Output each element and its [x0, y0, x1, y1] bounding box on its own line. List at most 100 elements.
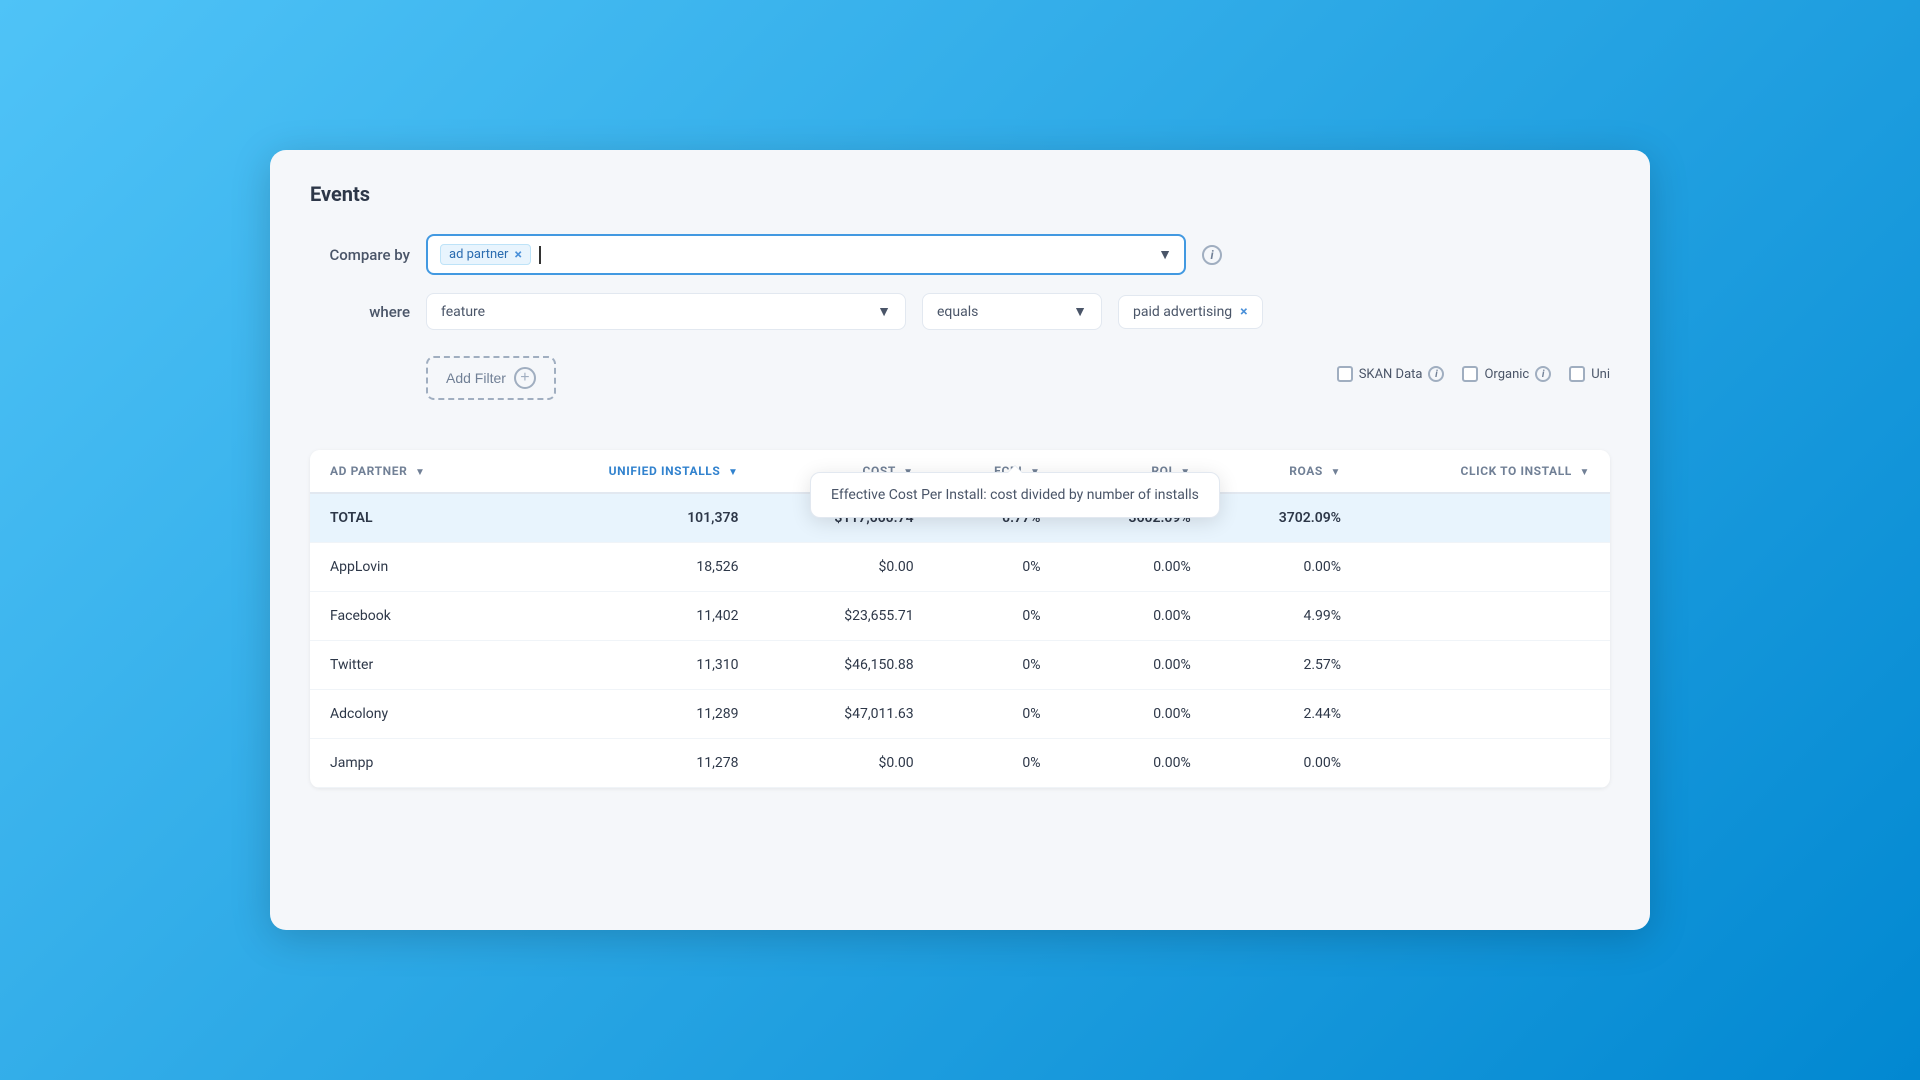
tag-close-button[interactable]: × — [514, 248, 521, 262]
cell-ad_partner: AppLovin — [310, 543, 509, 592]
organic-label: Organic — [1484, 367, 1529, 382]
col-click-to-install[interactable]: CLICK TO INSTALL ▼ — [1361, 450, 1610, 493]
cell-roas: 0.00% — [1211, 739, 1361, 788]
data-table: AD PARTNER ▼ UNIFIED INSTALLS ▼ COST ▼ E… — [310, 450, 1610, 788]
cell-ecpi: 0% — [934, 543, 1061, 592]
cell-cost: $23,655.71 — [758, 592, 933, 641]
cell-roi: 0.00% — [1060, 739, 1210, 788]
cell-click_to_install — [1361, 641, 1610, 690]
main-card: Events Compare by ad partner × ▼ i where… — [270, 150, 1650, 930]
cell-ecpi: 0% — [934, 641, 1061, 690]
toggles-row: SKAN Data i Organic i Uni — [1337, 366, 1610, 382]
col-click-to-install-label: CLICK TO INSTALL — [1461, 464, 1572, 478]
col-cost[interactable]: COST ▼ — [758, 450, 933, 493]
filter-value-tag: paid advertising × — [1118, 295, 1263, 329]
cell-click_to_install — [1361, 543, 1610, 592]
col-roas[interactable]: ROAS ▼ — [1211, 450, 1361, 493]
cell-ad_partner: Twitter — [310, 641, 509, 690]
feature-select[interactable]: feature ▼ — [426, 293, 906, 330]
cell-roas: 2.57% — [1211, 641, 1361, 690]
cell-roas: 4.99% — [1211, 592, 1361, 641]
cell-cost: $117,660.74 — [758, 493, 933, 543]
skan-toggle: SKAN Data i — [1337, 366, 1445, 382]
table-row: Adcolony11,289$47,011.630%0.00%2.44% — [310, 690, 1610, 739]
dropdown-arrow-icon[interactable]: ▼ — [1158, 246, 1172, 263]
table-row: Facebook11,402$23,655.710%0.00%4.99% — [310, 592, 1610, 641]
equals-dropdown-icon: ▼ — [1073, 303, 1087, 320]
compare-by-label: Compare by — [310, 246, 410, 264]
cell-unified_installs: 11,278 — [509, 739, 758, 788]
cell-click_to_install — [1361, 592, 1610, 641]
cell-roi: 0.00% — [1060, 592, 1210, 641]
filter-value-close[interactable]: × — [1240, 305, 1247, 319]
col-cost-sort-icon: ▼ — [903, 467, 914, 478]
cell-ecpi: 0% — [934, 592, 1061, 641]
cell-ad_partner: Adcolony — [310, 690, 509, 739]
uni-toggle: Uni — [1569, 366, 1610, 382]
skan-info-icon[interactable]: i — [1428, 366, 1444, 382]
text-cursor — [539, 246, 541, 264]
cell-ecpi: 0.77% — [934, 493, 1061, 543]
cell-roas: 2.44% — [1211, 690, 1361, 739]
cell-ad_partner: Jampp — [310, 739, 509, 788]
cell-unified_installs: 11,310 — [509, 641, 758, 690]
col-roi[interactable]: ROI ▼ — [1060, 450, 1210, 493]
table-row: AppLovin18,526$0.000%0.00%0.00% — [310, 543, 1610, 592]
cell-unified_installs: 101,378 — [509, 493, 758, 543]
compare-by-row: Compare by ad partner × ▼ i — [310, 234, 1610, 275]
plus-icon: + — [514, 367, 536, 389]
equals-select[interactable]: equals ▼ — [922, 293, 1102, 330]
table-row: TOTAL101,378$117,660.740.77%3602.09%3702… — [310, 493, 1610, 543]
col-ad-partner[interactable]: AD PARTNER ▼ — [310, 450, 509, 493]
add-filter-label: Add Filter — [446, 370, 506, 386]
col-unified-installs[interactable]: UNIFIED INSTALLS ▼ — [509, 450, 758, 493]
table-row: Jampp11,278$0.000%0.00%0.00% — [310, 739, 1610, 788]
col-roas-label: ROAS — [1289, 464, 1323, 478]
col-unified-installs-label: UNIFIED INSTALLS — [609, 464, 721, 478]
tag-text: ad partner — [449, 247, 508, 262]
col-ecpi-label: ECPI — [994, 464, 1022, 478]
cell-roi: 0.00% — [1060, 641, 1210, 690]
table-row: Twitter11,310$46,150.880%0.00%2.57% — [310, 641, 1610, 690]
cell-ecpi: 0% — [934, 739, 1061, 788]
where-filter-row: where feature ▼ equals ▼ paid advertisin… — [310, 293, 1610, 330]
col-ad-partner-label: AD PARTNER — [330, 464, 407, 478]
equals-select-text: equals — [937, 304, 978, 320]
cell-click_to_install — [1361, 493, 1610, 543]
cell-cost: $0.00 — [758, 543, 933, 592]
cell-roi: 3602.09% — [1060, 493, 1210, 543]
cell-cost: $46,150.88 — [758, 641, 933, 690]
cell-ad_partner: Facebook — [310, 592, 509, 641]
cell-roi: 0.00% — [1060, 543, 1210, 592]
section-title: Events — [310, 182, 1610, 206]
col-roi-label: ROI — [1151, 464, 1172, 478]
col-ecpi[interactable]: ECPI ▼ — [934, 450, 1061, 493]
data-table-wrapper: AD PARTNER ▼ UNIFIED INSTALLS ▼ COST ▼ E… — [310, 450, 1610, 788]
feature-dropdown-icon: ▼ — [877, 303, 891, 320]
cell-click_to_install — [1361, 690, 1610, 739]
compare-by-input[interactable]: ad partner × ▼ — [426, 234, 1186, 275]
col-ad-partner-sort-icon: ▼ — [415, 467, 426, 478]
cell-cost: $47,011.63 — [758, 690, 933, 739]
col-cost-label: COST — [863, 464, 896, 478]
ad-partner-tag: ad partner × — [440, 244, 531, 265]
table-header-row: AD PARTNER ▼ UNIFIED INSTALLS ▼ COST ▼ E… — [310, 450, 1610, 493]
skan-label: SKAN Data — [1359, 367, 1423, 382]
cell-ecpi: 0% — [934, 690, 1061, 739]
organic-checkbox[interactable] — [1462, 366, 1478, 382]
col-ecpi-sort-icon: ▼ — [1030, 467, 1041, 478]
uni-checkbox[interactable] — [1569, 366, 1585, 382]
cell-roas: 3702.09% — [1211, 493, 1361, 543]
skan-checkbox[interactable] — [1337, 366, 1353, 382]
info-icon[interactable]: i — [1202, 245, 1222, 265]
cell-click_to_install — [1361, 739, 1610, 788]
organic-toggle: Organic i — [1462, 366, 1551, 382]
col-roas-sort-icon: ▼ — [1331, 467, 1342, 478]
add-filter-button[interactable]: Add Filter + — [426, 356, 556, 400]
where-label: where — [310, 303, 410, 321]
organic-info-icon[interactable]: i — [1535, 366, 1551, 382]
bottom-filter-row: Add Filter + SKAN Data i Organic i Uni — [310, 348, 1610, 400]
col-unified-installs-sort-icon: ▼ — [728, 467, 739, 478]
cell-unified_installs: 11,402 — [509, 592, 758, 641]
cell-roas: 0.00% — [1211, 543, 1361, 592]
